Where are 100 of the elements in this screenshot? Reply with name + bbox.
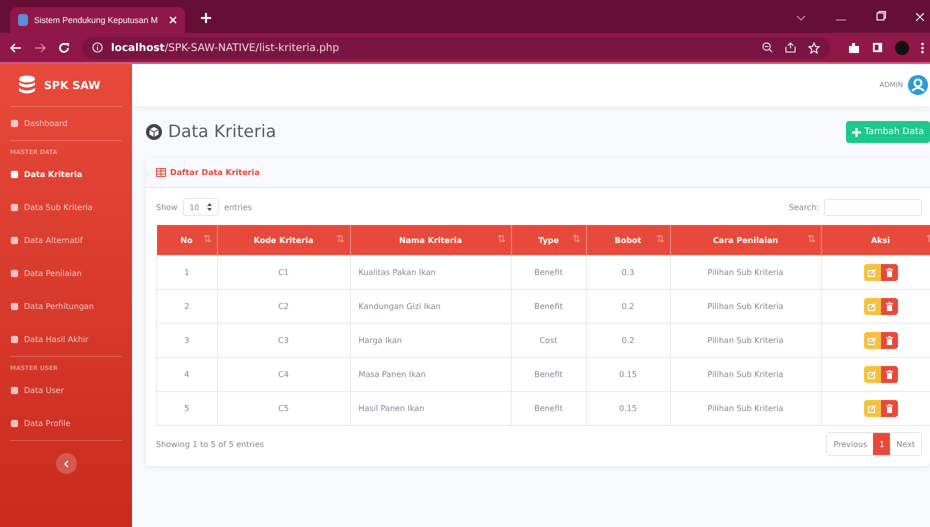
column-header[interactable]: No [156,225,217,256]
cube-icon [146,124,162,140]
zoom-out-icon[interactable] [762,42,773,53]
nav-icon [10,170,19,179]
table-cell: Benefit [511,290,586,324]
column-header[interactable]: Cara Penilaian [670,225,821,256]
table-cell: 0.2 [586,290,670,324]
table-cell: C3 [217,324,350,358]
delete-button[interactable] [880,298,898,315]
menu-icon[interactable] [921,42,924,54]
add-button[interactable]: Tambah Data [846,121,930,143]
table-cell: 0.2 [586,324,670,358]
address-field[interactable]: localhost/SPK-SAW-NATIVE/list-kriteria.php [82,36,830,58]
table-cell: Masa Panen Ikan [350,358,511,392]
sort-icon [808,235,814,242]
new-tab-icon[interactable] [201,13,211,23]
plus-icon [852,128,862,136]
sort-icon [498,235,504,242]
table-cell: 5 [156,392,217,426]
table-cell: 2 [156,290,217,324]
page-title: Data Kriteria [168,122,276,142]
nav-icon [10,335,19,344]
nav-icon [10,419,19,428]
reload-icon[interactable] [58,42,70,54]
nav-item[interactable]: Data Hasil Akhir [8,323,124,356]
table-icon [156,168,166,177]
back-icon[interactable] [10,42,22,52]
nav-icon [10,236,19,245]
close-icon[interactable] [169,16,177,24]
table-cell: Pilihan Sub Kriteria [670,324,821,358]
entries-label: entries [224,202,252,212]
table-cell: 4 [156,358,217,392]
table-cell: Pilihan Sub Kriteria [670,392,821,426]
nav-item[interactable]: Data Perhitungan [8,290,124,323]
nav-item[interactable]: Data Profile [8,407,124,440]
delete-button[interactable] [880,400,898,417]
nav-item[interactable]: Data Alternatif [8,224,124,257]
nav-item[interactable]: Data User [8,374,124,407]
table-cell: Pilihan Sub Kriteria [670,358,821,392]
edit-icon [868,370,876,378]
trash-icon [886,370,892,379]
minimize-icon[interactable] [836,19,846,21]
delete-button[interactable] [880,264,898,281]
table-cell: Pilihan Sub Kriteria [670,256,821,290]
table-cell: C2 [217,290,350,324]
forward-icon[interactable] [34,42,46,52]
search-field[interactable] [824,198,922,216]
chevron-left-icon [64,460,68,468]
trash-icon [886,268,892,277]
table-cell: Harga Ikan [350,324,511,358]
nav-icon [10,203,19,212]
table-cell: Benefit [511,392,586,426]
sidebar-toggle-button[interactable] [56,453,76,474]
delete-button[interactable] [880,332,898,349]
sort-icon [656,235,664,242]
trash-icon [886,404,892,413]
table-cell: Kandungan Gizi Ikan [350,290,511,324]
column-header[interactable]: Nama Kriteria [350,225,511,256]
delete-button[interactable] [880,366,898,383]
nav-item[interactable]: Data Sub Kriteria [8,191,124,224]
brand-name: SPK SAW [44,78,100,92]
edit-icon [868,268,876,276]
column-header[interactable]: Type [511,225,586,256]
nav-icon [10,302,19,311]
trash-icon [886,336,892,345]
nav-icon [10,386,19,395]
share-icon[interactable] [785,42,796,53]
table-cell: Kualitas Pakan Ikan [350,256,511,290]
column-header[interactable]: Bobot [586,225,670,256]
info-icon [92,42,103,53]
nav-item[interactable]: Data Penilaian [8,257,124,290]
edit-icon [868,404,876,412]
trash-icon [886,302,892,311]
table-cell: Hasil Panen Ikan [350,392,511,426]
table-cell: Benefit [511,256,586,290]
show-label: Show [156,202,178,212]
user-avatar-icon[interactable] [908,75,928,95]
sort-icon [204,235,210,242]
column-header[interactable]: Kode Kriteria [217,225,350,256]
nav-icon [10,119,19,128]
sort-icon [572,235,580,242]
avatar-icon[interactable] [895,40,909,54]
table-cell: Pilihan Sub Kriteria [670,290,821,324]
chevron-down-icon[interactable] [796,15,806,21]
star-icon[interactable] [808,42,820,54]
sidebar-icon[interactable] [872,42,883,53]
table-cell: Benefit [511,358,586,392]
card-title: Daftar Data Kriteria [170,168,260,177]
edit-icon [868,336,876,344]
close-icon[interactable] [916,13,924,21]
browser-tab[interactable]: Sistem Pendukung Keputusan M [10,7,185,33]
table-cell: 0.3 [586,256,670,290]
nav-item[interactable]: Dashboard [8,107,124,140]
pagination-button[interactable]: 1 [873,433,890,455]
nav-item[interactable]: Data Kriteria [8,158,124,191]
restore-icon[interactable] [876,11,886,21]
table-cell: 0.15 [586,392,670,426]
sort-icon [336,235,344,242]
table-cell: 0.15 [586,358,670,392]
column-header[interactable]: Aksi [821,225,930,256]
